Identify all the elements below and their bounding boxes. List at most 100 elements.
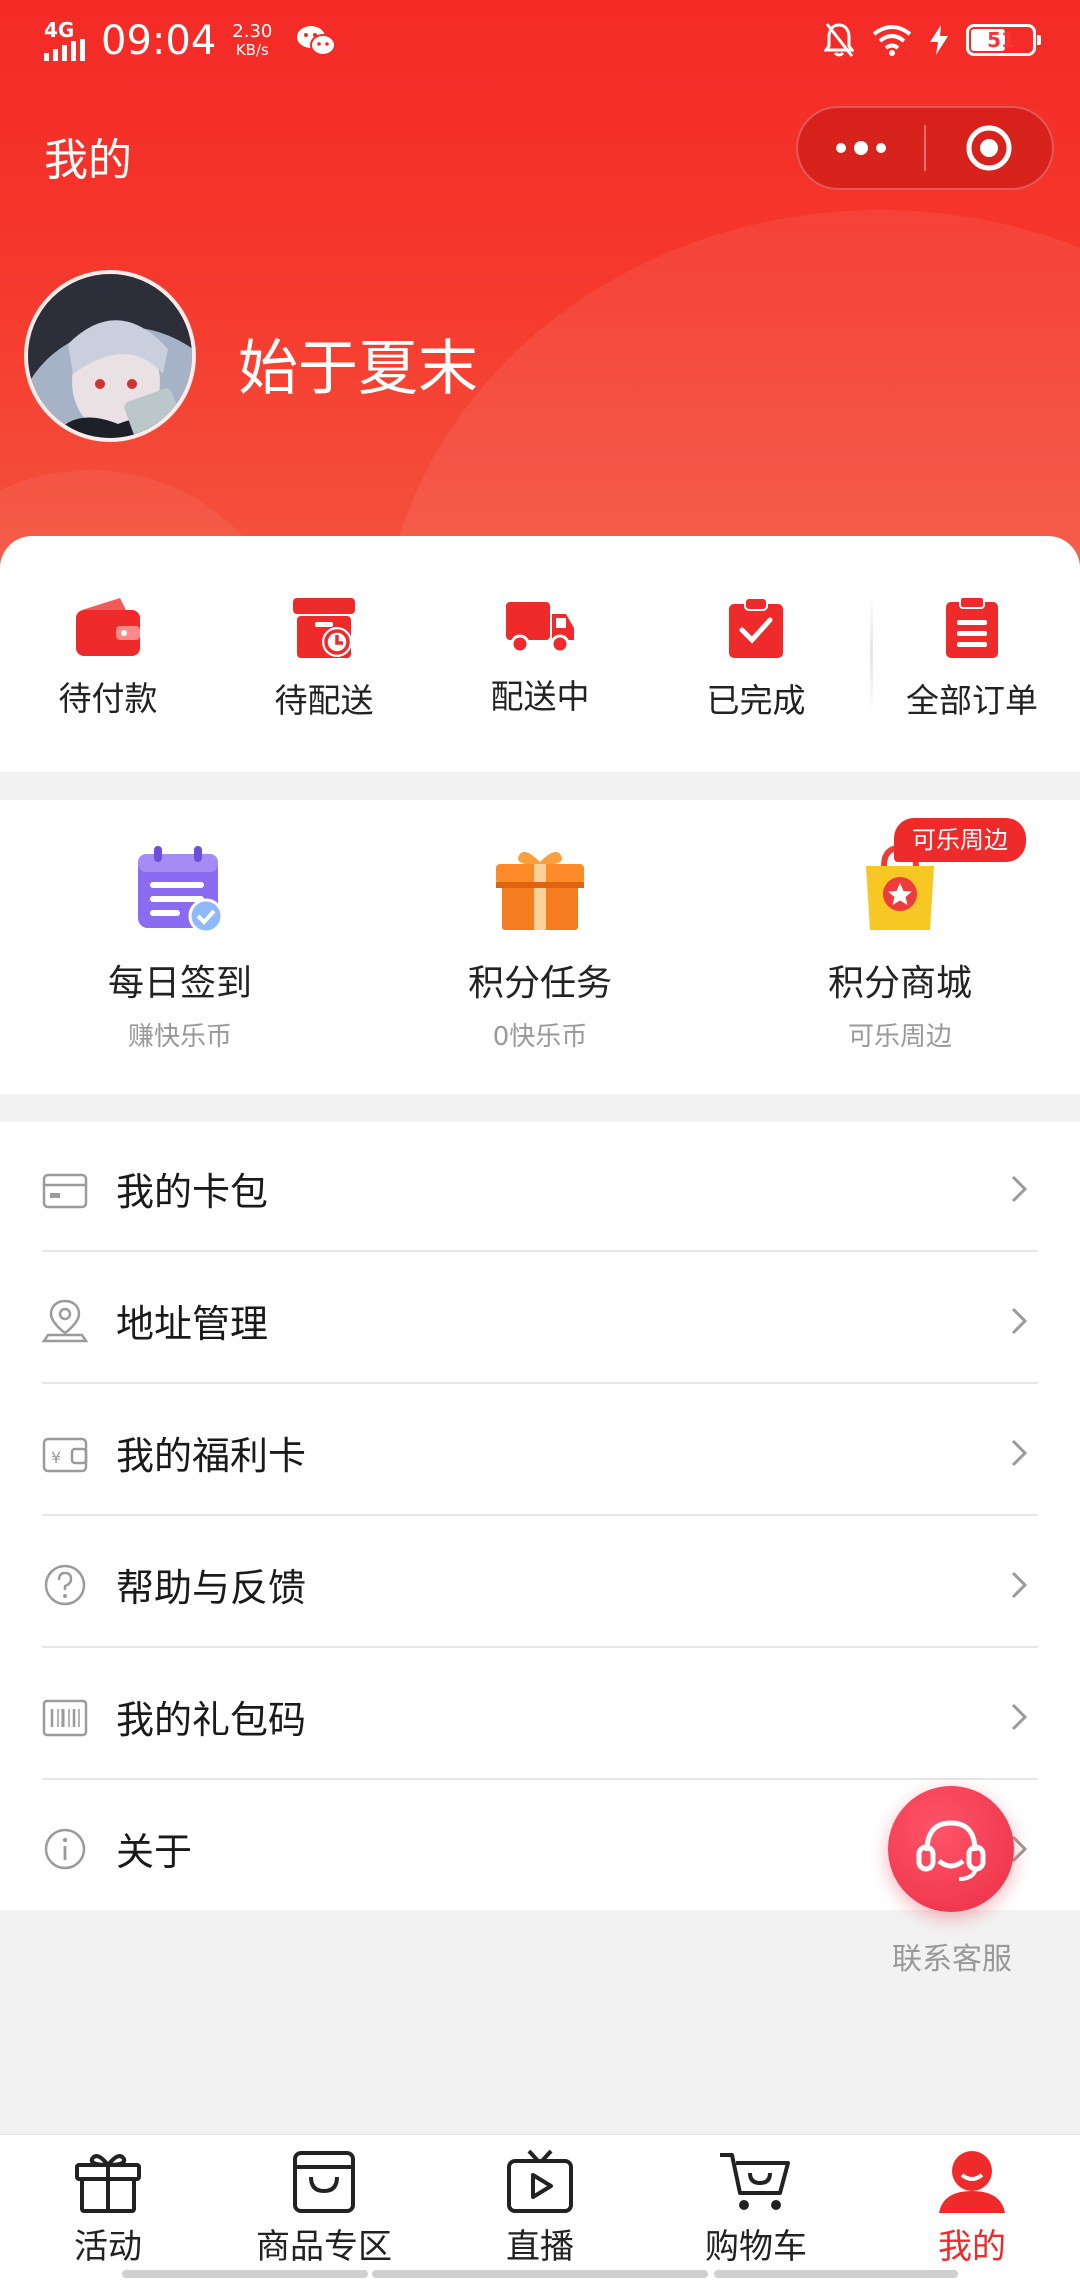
menu-label: 我的福利卡 bbox=[116, 1433, 307, 1478]
calendar-check-icon bbox=[138, 846, 224, 934]
divider bbox=[42, 1514, 1038, 1516]
divider bbox=[42, 1250, 1038, 1252]
order-pending-delivery[interactable]: 待配送 bbox=[216, 596, 432, 736]
miniprogram-capsule bbox=[796, 106, 1054, 190]
location-pin-icon bbox=[42, 1299, 88, 1343]
headset-icon bbox=[916, 1820, 986, 1881]
order-label: 全部订单 bbox=[906, 681, 1038, 720]
settings-menu: 我的卡包 地址管理 ¥ 我的福利卡 帮助与反馈 我的礼包码 关于 bbox=[0, 1122, 1080, 1910]
menu-item-help-feedback[interactable]: 帮助与反馈 bbox=[0, 1518, 1080, 1650]
network-type: 4G bbox=[44, 18, 75, 42]
contact-service-label: 联系客服 bbox=[892, 1942, 1012, 1977]
order-list-icon bbox=[946, 596, 998, 658]
gift-icon bbox=[75, 2154, 141, 2213]
svg-text:¥: ¥ bbox=[51, 1448, 61, 1467]
username: 始于夏末 bbox=[238, 334, 478, 404]
battery-icon: 51 bbox=[966, 24, 1041, 56]
tab-cart[interactable]: 购物车 bbox=[648, 2149, 864, 2269]
wallet-icon bbox=[76, 598, 140, 656]
points-subtitle: 0快乐币 bbox=[492, 1022, 588, 1052]
more-button[interactable] bbox=[798, 108, 924, 188]
points-subtitle: 可乐周边 bbox=[847, 1022, 952, 1052]
order-all[interactable]: 全部订单 bbox=[864, 596, 1080, 736]
points-title: 每日签到 bbox=[107, 963, 252, 1004]
home-indicator bbox=[372, 2270, 708, 2278]
shopping-bag-icon bbox=[293, 2151, 355, 2213]
divider bbox=[42, 1778, 1038, 1780]
tab-activity[interactable]: 活动 bbox=[0, 2149, 216, 2269]
speed-value: 2.30 bbox=[232, 21, 273, 42]
daily-checkin[interactable]: 每日签到 赚快乐币 bbox=[0, 840, 360, 1080]
tab-label: 活动 bbox=[74, 2227, 142, 2267]
yen-card-icon: ¥ bbox=[42, 1437, 88, 1473]
contact-service-button[interactable] bbox=[888, 1786, 1014, 1912]
status-bar: 4G 09:04 2.30 KB/s 51 bbox=[0, 0, 1080, 86]
wechat-icon bbox=[297, 26, 337, 56]
order-label: 配送中 bbox=[490, 677, 590, 716]
divider bbox=[42, 1646, 1038, 1648]
card-wallet-icon bbox=[42, 1173, 88, 1209]
menu-item-welfare-card[interactable]: ¥ 我的福利卡 bbox=[0, 1386, 1080, 1518]
bottom-tab-bar: 活动 商品专区 直播 购物车 我的 bbox=[0, 2134, 1080, 2280]
chevron-right-icon bbox=[1011, 1175, 1028, 1203]
order-in-delivery[interactable]: 配送中 bbox=[432, 596, 648, 736]
cart-icon bbox=[720, 2153, 790, 2210]
points-mall[interactable]: 积分商城 可乐周边 bbox=[720, 840, 1080, 1080]
more-dots-icon bbox=[836, 141, 886, 155]
menu-label: 关于 bbox=[116, 1829, 193, 1874]
close-miniprogram-button[interactable] bbox=[926, 108, 1052, 188]
orders-card: 待付款 待配送 配送中 已完成 全部订单 bbox=[0, 536, 1080, 772]
user-icon bbox=[939, 2151, 1005, 2213]
tab-label: 我的 bbox=[938, 2227, 1006, 2267]
chevron-right-icon bbox=[1011, 1571, 1028, 1599]
menu-label: 我的卡包 bbox=[116, 1169, 269, 1214]
tab-products[interactable]: 商品专区 bbox=[216, 2149, 432, 2269]
home-indicator bbox=[122, 2270, 368, 2278]
menu-item-card-wallet[interactable]: 我的卡包 bbox=[0, 1122, 1080, 1254]
menu-label: 地址管理 bbox=[116, 1301, 269, 1346]
truck-icon bbox=[506, 602, 574, 654]
package-clock-icon bbox=[293, 598, 355, 658]
tv-play-icon bbox=[507, 2149, 573, 2213]
speed-unit: KB/s bbox=[235, 41, 269, 59]
network-speed: 2.30 KB/s bbox=[232, 21, 273, 60]
clock: 09:04 bbox=[101, 18, 217, 64]
tab-label: 直播 bbox=[506, 2227, 574, 2267]
bell-off-icon bbox=[824, 23, 854, 57]
order-pending-payment[interactable]: 待付款 bbox=[0, 596, 216, 736]
battery-level: 51 bbox=[987, 28, 1015, 52]
wifi-icon bbox=[872, 25, 912, 56]
avatar-image bbox=[28, 274, 192, 438]
order-completed[interactable]: 已完成 bbox=[648, 596, 864, 736]
help-circle-icon bbox=[44, 1564, 86, 1606]
tab-mine[interactable]: 我的 bbox=[864, 2149, 1080, 2269]
points-title: 积分任务 bbox=[467, 963, 612, 1004]
divider bbox=[42, 1382, 1038, 1384]
charging-icon bbox=[930, 25, 948, 55]
page-title: 我的 bbox=[44, 135, 132, 186]
chevron-right-icon bbox=[1011, 1703, 1028, 1731]
order-label: 待付款 bbox=[58, 679, 158, 718]
points-subtitle: 赚快乐币 bbox=[127, 1022, 232, 1052]
gift-box-icon bbox=[496, 851, 584, 930]
points-mall-badge: 可乐周边 bbox=[894, 818, 1026, 862]
header-decor-circle bbox=[380, 210, 1080, 590]
target-circle-icon bbox=[966, 125, 1012, 171]
tab-label: 购物车 bbox=[705, 2227, 807, 2267]
signal-icon bbox=[44, 39, 85, 61]
info-circle-icon bbox=[44, 1828, 86, 1870]
menu-label: 我的礼包码 bbox=[116, 1697, 307, 1742]
clipboard-check-icon bbox=[729, 597, 783, 658]
tab-live[interactable]: 直播 bbox=[432, 2149, 648, 2269]
order-label: 已完成 bbox=[706, 681, 806, 720]
points-title: 积分商城 bbox=[827, 963, 972, 1004]
order-label: 待配送 bbox=[274, 681, 374, 720]
menu-item-gift-code[interactable]: 我的礼包码 bbox=[0, 1650, 1080, 1782]
chevron-right-icon bbox=[1011, 1307, 1028, 1335]
menu-label: 帮助与反馈 bbox=[116, 1565, 307, 1610]
chevron-right-icon bbox=[1011, 1439, 1028, 1467]
menu-item-address[interactable]: 地址管理 bbox=[0, 1254, 1080, 1386]
points-tasks[interactable]: 积分任务 0快乐币 bbox=[360, 840, 720, 1080]
avatar[interactable] bbox=[24, 270, 196, 442]
tab-label: 商品专区 bbox=[256, 2227, 392, 2267]
